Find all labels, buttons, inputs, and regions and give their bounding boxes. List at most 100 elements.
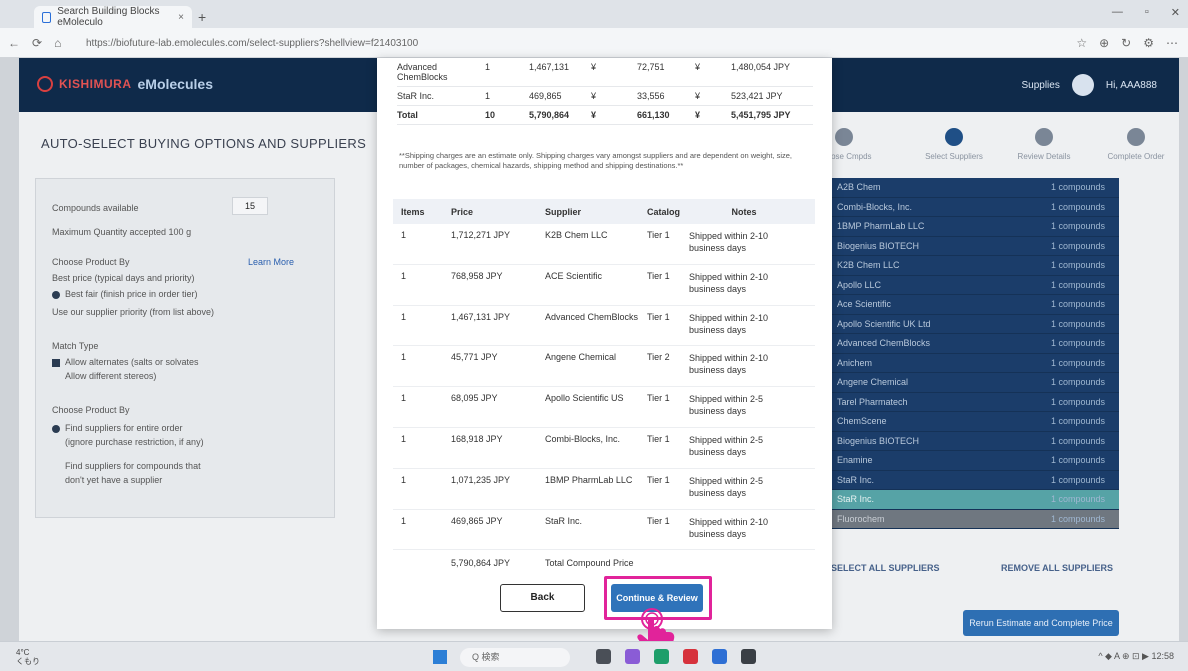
cell-supplier: StaR Inc. bbox=[545, 515, 583, 526]
supplier-row[interactable]: ChemScene 1 compounds bbox=[829, 412, 1119, 432]
app-icon[interactable] bbox=[712, 649, 727, 664]
supplier-name: Apollo LLC bbox=[837, 279, 882, 290]
cell-notes: Shipped within 2-5 business days bbox=[689, 475, 764, 498]
step-select-suppliers: Select Suppliers bbox=[914, 128, 994, 161]
supplier-row[interactable]: Apollo LLC 1 compounds bbox=[829, 275, 1119, 295]
supplier-name: K2B Chem LLC bbox=[837, 260, 900, 271]
option-line: don't yet have a supplier bbox=[65, 475, 163, 485]
cell-items: 10 bbox=[485, 110, 496, 120]
cell-supplier: K2B Chem LLC bbox=[545, 230, 608, 240]
option-line[interactable]: Use our supplier priority (from list abo… bbox=[52, 307, 214, 317]
order-summary-modal: Advanced ChemBlocks 1 1,467,131 ¥72,751 ¥1,4… bbox=[377, 58, 832, 629]
table-row: Advanced ChemBlocks 1 1,467,131 ¥72,751 ¥1,4… bbox=[397, 58, 813, 87]
reload-icon[interactable]: ⟳ bbox=[32, 36, 42, 50]
option-label: Find suppliers for entire order bbox=[65, 423, 183, 433]
favorite-icon[interactable]: ☆ bbox=[1076, 36, 1087, 50]
compound-count: 1 compounds bbox=[1050, 260, 1105, 271]
os-taskbar: 4°C くもり Q 検索 ^ ◆ A ⊕ ⊡ ▶ 12:58 bbox=[0, 641, 1188, 671]
supplier-row[interactable]: Angene Chemical 1 compounds bbox=[829, 373, 1119, 393]
window-controls: — ▫ ✕ bbox=[1112, 6, 1180, 19]
app-icon[interactable] bbox=[741, 649, 756, 664]
settings-icon[interactable]: ⚙ bbox=[1143, 36, 1154, 50]
windows-start-icon[interactable] bbox=[433, 650, 447, 664]
step-circle bbox=[945, 128, 963, 146]
supplier-row[interactable]: Apollo Scientific UK Ltd 1 compounds bbox=[829, 314, 1119, 334]
app-icon[interactable] bbox=[683, 649, 698, 664]
option-line[interactable]: Find suppliers for compounds that bbox=[65, 461, 201, 471]
cell-supplier: Total bbox=[397, 110, 418, 120]
option-checkbox[interactable]: Allow alternates (salts or solvates bbox=[52, 357, 199, 367]
minimize-icon[interactable]: — bbox=[1112, 6, 1123, 19]
select-all-suppliers[interactable]: SELECT ALL SUPPLIERS bbox=[831, 563, 940, 573]
step-label: Select Suppliers bbox=[925, 152, 983, 161]
table-row: StaR Inc. 1 469,865 ¥33,556 ¥523,421 JPY bbox=[397, 87, 813, 106]
supplier-row[interactable]: Biogenius BIOTECH 1 compounds bbox=[829, 431, 1119, 451]
table-row: Total 10 5,790,864 ¥661,130 ¥5,451,795 JPY bbox=[397, 106, 813, 125]
browser-tabbar: Search Building Blocks eMoleculo × + — ▫… bbox=[0, 0, 1188, 28]
supplies-menu[interactable]: Supplies bbox=[1021, 80, 1059, 91]
extensions-icon[interactable]: ⊕ bbox=[1099, 36, 1109, 50]
system-tray[interactable]: ^ ◆ A ⊕ ⊡ ▶ 12:58 bbox=[1098, 651, 1174, 662]
supplier-row[interactable]: 1BMP PharmLab LLC 1 compounds bbox=[829, 217, 1119, 237]
cell-price: 68,095 JPY bbox=[451, 393, 498, 404]
url-field[interactable]: https://biofuture-lab.emolecules.com/sel… bbox=[86, 34, 866, 53]
cell-items: 1 bbox=[401, 474, 407, 485]
step-complete: Complete Order bbox=[1096, 128, 1176, 161]
avatar[interactable] bbox=[1071, 74, 1094, 96]
cell-catalog: Tier 1 bbox=[647, 230, 670, 240]
refresh-icon[interactable]: ↻ bbox=[1121, 36, 1131, 50]
supplier-row[interactable]: StaR Inc. 1 compounds bbox=[829, 470, 1119, 490]
cell-catalog: Tier 1 bbox=[647, 311, 670, 322]
learn-more-link[interactable]: Learn More bbox=[248, 257, 294, 267]
supplier-row[interactable]: StaR Inc. 1 compounds bbox=[829, 490, 1119, 510]
browser-tab[interactable]: Search Building Blocks eMoleculo × bbox=[34, 6, 192, 28]
supplier-name: Tarel Pharmatech bbox=[837, 396, 908, 407]
supplier-row[interactable]: Ace Scientific 1 compounds bbox=[829, 295, 1119, 315]
supplier-row[interactable]: Advanced ChemBlocks 1 compounds bbox=[829, 334, 1119, 354]
back-icon[interactable]: ← bbox=[8, 36, 20, 50]
option-radio[interactable]: Best fair (finish price in order tier) bbox=[52, 289, 198, 299]
copilot-icon[interactable] bbox=[625, 649, 640, 664]
supplier-row[interactable]: Fluorochem 1 compounds bbox=[829, 509, 1119, 529]
supplier-row[interactable]: Tarel Pharmatech 1 compounds bbox=[829, 392, 1119, 412]
cell-items: 1 bbox=[401, 433, 407, 444]
back-button[interactable]: Back bbox=[500, 584, 585, 612]
user-greeting[interactable]: Hi, AAA888 bbox=[1106, 80, 1157, 91]
supplier-row[interactable]: A2B Chem 1 compounds bbox=[829, 178, 1119, 198]
tab-close-icon[interactable]: × bbox=[178, 12, 184, 23]
supplier-name: StaR Inc. bbox=[837, 474, 875, 485]
count-input[interactable]: 15 bbox=[232, 197, 268, 215]
taskbar-search[interactable]: Q 検索 bbox=[460, 648, 570, 667]
supplier-row[interactable]: Enamine 1 compounds bbox=[829, 451, 1119, 471]
product-name: eMolecules bbox=[137, 76, 213, 92]
option-line[interactable]: Best price (typical days and priority) bbox=[52, 273, 195, 283]
table-row: 1 1,467,131 JPY Advanced ChemBlocks Tier 1 S… bbox=[393, 306, 815, 347]
more-icon[interactable]: ⋯ bbox=[1166, 36, 1178, 50]
supplier-name: Anichem bbox=[837, 357, 873, 368]
option-label: Best fair (finish price in order tier) bbox=[65, 289, 198, 299]
remove-all-suppliers[interactable]: REMOVE ALL SUPPLIERS bbox=[1001, 563, 1113, 573]
maximize-icon[interactable]: ▫ bbox=[1145, 6, 1149, 19]
edge-icon[interactable] bbox=[654, 649, 669, 664]
table-row: 1 1,071,235 JPY 1BMP PharmLab LLC Tier 1 Shi… bbox=[393, 469, 815, 510]
cell-total: 1,480,054 JPY bbox=[731, 62, 791, 72]
supplier-row[interactable]: Anichem 1 compounds bbox=[829, 353, 1119, 373]
supplier-row[interactable]: K2B Chem LLC 1 compounds bbox=[829, 256, 1119, 276]
new-tab-icon[interactable]: + bbox=[198, 9, 206, 25]
rerun-estimate-button[interactable]: Rerun Estimate and Complete Price bbox=[963, 610, 1119, 636]
header-supplier: Supplier bbox=[545, 206, 582, 217]
supplier-row[interactable]: Biogenius BIOTECH 1 compounds bbox=[829, 236, 1119, 256]
weather-widget[interactable]: 4°C くもり bbox=[16, 648, 40, 666]
logo[interactable]: KISHIMURA eMolecules bbox=[37, 76, 213, 92]
option-radio[interactable]: Find suppliers for entire order bbox=[52, 423, 183, 433]
home-icon[interactable]: ⌂ bbox=[54, 36, 61, 50]
option-line: Choose Product By bbox=[52, 257, 130, 267]
taskbar-apps bbox=[596, 649, 756, 664]
supplier-name: Ace Scientific bbox=[837, 299, 892, 310]
supplier-name: Biogenius BIOTECH bbox=[837, 435, 920, 446]
table-row: 1 45,771 JPY Angene Chemical Tier 2 Shipped … bbox=[393, 346, 815, 388]
close-window-icon[interactable]: ✕ bbox=[1171, 6, 1180, 19]
cell-cur1: ¥ bbox=[591, 62, 597, 72]
task-view-icon[interactable] bbox=[596, 649, 611, 664]
supplier-row[interactable]: Combi-Blocks, Inc. 1 compounds bbox=[829, 197, 1119, 217]
